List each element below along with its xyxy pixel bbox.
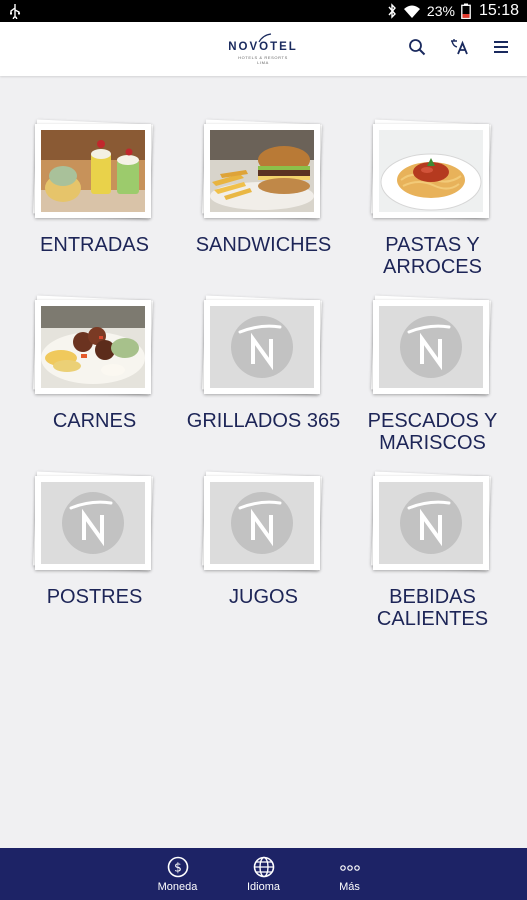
novotel-placeholder xyxy=(378,306,483,388)
svg-text:$: $ xyxy=(174,861,182,875)
category-tile-entradas[interactable]: ENTRADAS xyxy=(10,119,179,278)
photo-stack xyxy=(201,119,324,222)
sandwich-photo xyxy=(209,130,314,212)
currency-icon: $ xyxy=(167,856,188,878)
pasta-photo xyxy=(378,130,483,212)
category-label: PASTAS Y ARROCES xyxy=(383,234,482,278)
category-tile-sandwiches[interactable]: SANDWICHES xyxy=(179,119,348,278)
category-label: SANDWICHES xyxy=(195,234,332,256)
category-label: BEBIDAS CALIENTES xyxy=(376,586,489,630)
nav-moneda[interactable]: $ Moneda xyxy=(154,848,202,900)
category-label: JUGOS xyxy=(229,586,298,608)
category-grid: ENTRADAS SANDWICHES PASTAS Y ARROCES CAR… xyxy=(10,119,517,630)
photo-stack xyxy=(32,119,155,222)
search-icon xyxy=(409,39,426,56)
logo-subtext-city: LIMA xyxy=(257,60,269,65)
nav-label: Idioma xyxy=(246,881,281,893)
category-tile-jugos[interactable]: JUGOS xyxy=(179,471,348,630)
photo-stack xyxy=(370,295,493,398)
nav-label: Más xyxy=(339,881,360,893)
photo-stack xyxy=(370,471,493,574)
category-label: PESCADOS Y MARISCOS xyxy=(367,410,498,454)
photo-stack xyxy=(370,119,493,222)
photo-stack xyxy=(201,295,324,398)
category-tile-grillados-365[interactable]: GRILLADOS 365 xyxy=(179,295,348,454)
nav-idioma[interactable]: Idioma xyxy=(240,848,288,900)
photo-stack xyxy=(201,471,324,574)
novotel-logo[interactable]: NOVOTEL HOTELS & RESORTS LIMA xyxy=(218,31,308,69)
novotel-placeholder xyxy=(40,482,145,564)
category-label: CARNES xyxy=(52,410,137,432)
photo-stack xyxy=(32,295,155,398)
menu-button[interactable] xyxy=(491,37,511,57)
usb-icon xyxy=(8,3,22,19)
novotel-placeholder xyxy=(209,306,314,388)
globe-icon xyxy=(253,856,274,878)
bottom-nav: $ Moneda Idioma Más xyxy=(0,848,527,900)
novotel-placeholder xyxy=(378,482,483,564)
nav-label: Moneda xyxy=(157,881,198,893)
category-label: ENTRADAS xyxy=(40,234,149,256)
carnes-photo xyxy=(40,306,145,388)
wifi-icon xyxy=(403,4,421,19)
category-label: GRILLADOS 365 xyxy=(186,410,341,432)
category-tile-postres[interactable]: POSTRES xyxy=(10,471,179,630)
search-button[interactable] xyxy=(407,37,427,57)
clock: 15:18 xyxy=(478,2,519,19)
category-label: POSTRES xyxy=(46,586,143,608)
more-dots-icon xyxy=(339,865,360,871)
category-tile-bebidas-calientes[interactable]: BEBIDAS CALIENTES xyxy=(348,471,517,630)
battery-percent: 23% xyxy=(426,3,455,19)
menu-icon xyxy=(494,41,508,53)
status-bar: 23% 15:18 xyxy=(0,0,527,22)
battery-icon xyxy=(461,3,471,19)
text-size-button[interactable] xyxy=(449,37,469,57)
photo-stack xyxy=(32,471,155,574)
nav-mas[interactable]: Más xyxy=(326,848,374,900)
app-header: NOVOTEL HOTELS & RESORTS LIMA xyxy=(0,22,527,76)
entradas-photo xyxy=(40,130,145,212)
category-tile-pastas-y-arroces[interactable]: PASTAS Y ARROCES xyxy=(348,119,517,278)
translate-icon xyxy=(451,39,468,55)
novotel-placeholder xyxy=(209,482,314,564)
category-tile-pescados-y-mariscos[interactable]: PESCADOS Y MARISCOS xyxy=(348,295,517,454)
category-tile-carnes[interactable]: CARNES xyxy=(10,295,179,454)
bluetooth-icon xyxy=(387,3,397,19)
logo-swoosh-icon xyxy=(258,33,272,43)
